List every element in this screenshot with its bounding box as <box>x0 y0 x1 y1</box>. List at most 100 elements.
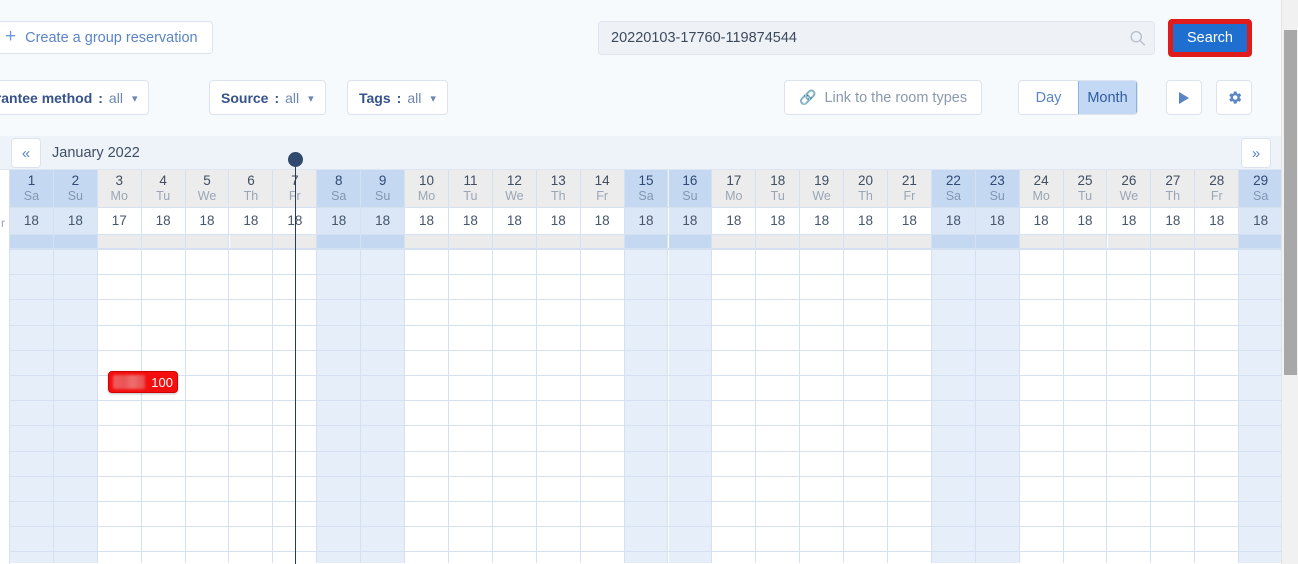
day-header-25[interactable]: 25 Tu <box>1063 170 1108 207</box>
filter-source[interactable]: Source: all ▾ <box>209 80 326 115</box>
view-mode-day[interactable]: Day <box>1019 81 1078 114</box>
day-header-26[interactable]: 26 We <box>1107 170 1152 207</box>
search-button[interactable]: Search <box>1173 24 1247 52</box>
grid-column-6[interactable] <box>229 249 274 563</box>
search-icon[interactable] <box>1129 30 1146 47</box>
availability-cell-16[interactable]: 18 <box>668 208 713 234</box>
availability-cell-28[interactable]: 18 <box>1195 208 1240 234</box>
day-header-14[interactable]: 14 Fr <box>580 170 625 207</box>
grid-column-20[interactable] <box>844 249 888 563</box>
grid-column-4[interactable] <box>141 249 186 563</box>
search-input[interactable] <box>598 21 1155 55</box>
availability-cell-22[interactable]: 18 <box>931 208 976 234</box>
day-header-22[interactable]: 22 Sa <box>931 170 976 207</box>
availability-cell-11[interactable]: 18 <box>449 208 493 234</box>
day-header-19[interactable]: 19 We <box>800 170 845 207</box>
availability-cell-9[interactable]: 18 <box>361 208 406 234</box>
day-header-3[interactable]: 3 Mo <box>97 170 142 207</box>
availability-cell-1[interactable]: 18 <box>10 208 54 234</box>
availability-cell-4[interactable]: 18 <box>141 208 186 234</box>
link-to-room-types-button[interactable]: 🔗 Link to the room types <box>784 80 983 115</box>
day-header-27[interactable]: 27 Th <box>1151 170 1196 207</box>
grid-column-16[interactable] <box>668 249 713 563</box>
availability-cell-29[interactable]: 18 <box>1239 208 1281 234</box>
day-header-4[interactable]: 4 Tu <box>141 170 186 207</box>
availability-cell-15[interactable]: 18 <box>624 208 669 234</box>
settings-button[interactable] <box>1216 80 1252 115</box>
availability-cell-23[interactable]: 18 <box>975 208 1020 234</box>
availability-cell-27[interactable]: 18 <box>1151 208 1196 234</box>
day-header-12[interactable]: 12 We <box>492 170 537 207</box>
grid-column-18[interactable] <box>756 249 801 563</box>
grid-column-1[interactable] <box>10 249 54 563</box>
reservation-block[interactable]: 100 <box>108 371 178 393</box>
availability-cell-25[interactable]: 18 <box>1063 208 1108 234</box>
availability-cell-19[interactable]: 18 <box>800 208 845 234</box>
day-header-15[interactable]: 15 Sa <box>624 170 669 207</box>
day-header-11[interactable]: 11 Tu <box>449 170 493 207</box>
grid-column-26[interactable] <box>1107 249 1152 563</box>
day-header-13[interactable]: 13 Th <box>536 170 581 207</box>
grid-column-22[interactable] <box>931 249 976 563</box>
calendar-body-grid[interactable]: 100 <box>0 249 1281 563</box>
availability-cell-26[interactable]: 18 <box>1107 208 1152 234</box>
day-header-24[interactable]: 24 Mo <box>1019 170 1064 207</box>
view-mode-month[interactable]: Month <box>1078 81 1137 114</box>
grid-column-12[interactable] <box>492 249 537 563</box>
availability-cell-17[interactable]: 18 <box>712 208 757 234</box>
day-header-23[interactable]: 23 Su <box>975 170 1020 207</box>
grid-column-2[interactable] <box>53 249 98 563</box>
availability-cell-5[interactable]: 18 <box>185 208 230 234</box>
grid-column-13[interactable] <box>536 249 581 563</box>
availability-cell-18[interactable]: 18 <box>756 208 801 234</box>
grid-column-28[interactable] <box>1195 249 1240 563</box>
create-group-reservation-button[interactable]: + Create a group reservation <box>0 21 213 54</box>
prev-month-button[interactable]: « <box>11 138 41 168</box>
availability-cell-8[interactable]: 18 <box>317 208 362 234</box>
grid-column-27[interactable] <box>1151 249 1196 563</box>
day-header-5[interactable]: 5 We <box>185 170 230 207</box>
next-month-button[interactable]: » <box>1241 138 1271 168</box>
availability-cell-6[interactable]: 18 <box>229 208 274 234</box>
day-header-17[interactable]: 17 Mo <box>712 170 757 207</box>
day-header-2[interactable]: 2 Su <box>53 170 98 207</box>
availability-cell-12[interactable]: 18 <box>492 208 537 234</box>
day-header-6[interactable]: 6 Th <box>229 170 274 207</box>
availability-cell-10[interactable]: 18 <box>405 208 449 234</box>
grid-column-3[interactable] <box>97 249 142 563</box>
grid-column-23[interactable] <box>975 249 1020 563</box>
availability-cell-2[interactable]: 18 <box>53 208 98 234</box>
grid-column-25[interactable] <box>1063 249 1108 563</box>
day-header-8[interactable]: 8 Sa <box>317 170 362 207</box>
day-header-9[interactable]: 9 Su <box>361 170 406 207</box>
grid-column-5[interactable] <box>185 249 230 563</box>
day-header-16[interactable]: 16 Su <box>668 170 713 207</box>
filter-tags[interactable]: Tags: all ▾ <box>347 80 448 115</box>
filter-guarantee-method[interactable]: arantee method: all ▾ <box>0 80 150 115</box>
day-header-10[interactable]: 10 Mo <box>405 170 449 207</box>
day-header-29[interactable]: 29 Sa <box>1239 170 1281 207</box>
grid-column-15[interactable] <box>624 249 669 563</box>
availability-cell-24[interactable]: 18 <box>1019 208 1064 234</box>
grid-column-8[interactable] <box>317 249 362 563</box>
day-header-18[interactable]: 18 Tu <box>756 170 801 207</box>
grid-column-21[interactable] <box>888 249 932 563</box>
availability-cell-21[interactable]: 18 <box>888 208 932 234</box>
grid-column-17[interactable] <box>712 249 757 563</box>
grid-column-10[interactable] <box>405 249 449 563</box>
grid-column-9[interactable] <box>361 249 406 563</box>
scrollbar-thumb[interactable] <box>1284 30 1297 375</box>
availability-cell-13[interactable]: 18 <box>536 208 581 234</box>
grid-column-14[interactable] <box>580 249 625 563</box>
grid-column-11[interactable] <box>449 249 493 563</box>
availability-cell-14[interactable]: 18 <box>580 208 625 234</box>
availability-cell-3[interactable]: 17 <box>97 208 142 234</box>
day-header-1[interactable]: 1 Sa <box>10 170 54 207</box>
vertical-scrollbar[interactable] <box>1281 0 1298 564</box>
day-header-21[interactable]: 21 Fr <box>888 170 932 207</box>
day-header-28[interactable]: 28 Fr <box>1195 170 1240 207</box>
grid-column-19[interactable] <box>800 249 845 563</box>
day-header-20[interactable]: 20 Th <box>844 170 888 207</box>
grid-column-24[interactable] <box>1019 249 1064 563</box>
play-button[interactable] <box>1166 80 1202 115</box>
